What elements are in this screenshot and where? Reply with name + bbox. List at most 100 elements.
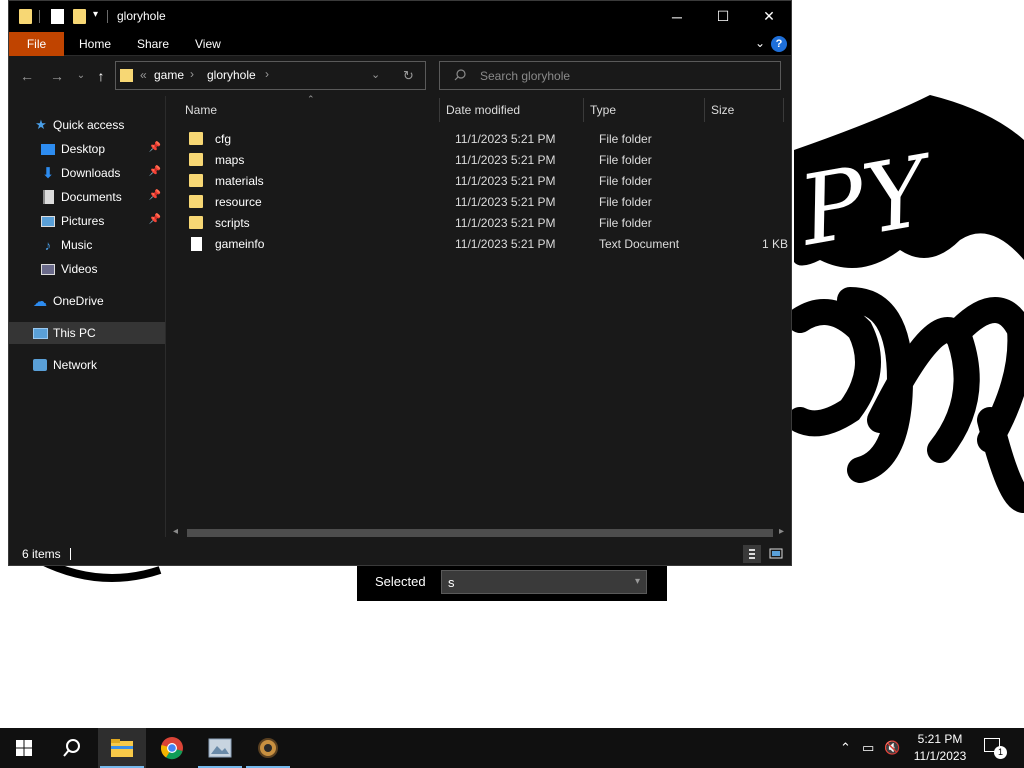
sidebar-item-label: Videos [61,262,98,276]
pin-icon[interactable]: 📌 [149,166,161,177]
network-icon[interactable]: ▭ [862,740,874,756]
column-header-type[interactable]: Type [590,96,616,124]
details-view-button[interactable] [743,545,761,563]
search-input[interactable] [480,62,770,89]
sidebar-item-quick-access[interactable]: ★ Quick access [9,114,165,136]
tab-file[interactable]: File [9,32,64,56]
new-folder-icon[interactable] [73,9,86,24]
chevron-right-icon[interactable]: › [265,67,269,81]
sidebar-item-music[interactable]: ♪ Music [9,234,165,256]
clock-time[interactable]: 5:21 PM [910,732,970,746]
file-name: gameinfo [215,237,265,251]
column-header-size[interactable]: Size [711,96,734,124]
tab-home[interactable]: Home [65,32,125,56]
chevron-right-icon[interactable]: › [190,67,194,81]
taskbar-gear-app[interactable] [244,728,292,768]
selected-value: s [448,575,455,590]
scrollbar-thumb[interactable] [187,529,773,537]
tab-view[interactable]: View [181,32,235,56]
taskbar-image-viewer[interactable] [196,728,244,768]
file-explorer-window: ▾ gloryhole ─ ☐ ✕ File Home Share View ⌄… [8,0,792,566]
table-row[interactable]: materials 11/1/2023 5:21 PM File folder [185,171,785,192]
taskbar-chrome[interactable] [148,728,196,768]
pin-icon[interactable]: 📌 [149,142,161,153]
notification-center-icon[interactable]: 1 [984,738,1007,759]
back-button[interactable]: ← [17,66,37,86]
sidebar-item-network[interactable]: Network [9,354,165,376]
sidebar-item-this-pc[interactable]: This PC [9,322,165,344]
close-button[interactable]: ✕ [746,1,792,32]
taskbar-file-explorer[interactable] [98,728,146,768]
taskbar: ⌃ ▭ 🔇 5:21 PM 11/1/2023 1 [0,728,1024,768]
table-row[interactable]: gameinfo 11/1/2023 5:21 PM Text Document… [185,234,788,255]
navigation-pane: ★ Quick access Desktop 📌 ⬇ Downloads 📌 D… [9,96,166,537]
expand-ribbon-icon[interactable]: ⌄ [755,36,765,50]
desktop-icon [40,141,56,157]
column-divider[interactable] [783,98,784,122]
recent-locations-button[interactable]: ⌄ [71,66,91,86]
sidebar-item-label: Documents [61,190,122,204]
column-divider[interactable] [439,98,440,122]
sidebar-item-label: Downloads [61,166,121,180]
address-bar[interactable]: « game › gloryhole › ⌄ ↻ [115,61,426,90]
computer-icon [32,325,48,341]
sidebar-item-videos[interactable]: Videos [9,258,165,280]
documents-icon [40,189,56,205]
breadcrumb-overflow[interactable]: « [140,68,147,82]
pin-icon[interactable]: 📌 [149,214,161,225]
properties-icon[interactable] [51,9,64,24]
help-icon[interactable]: ? [771,36,787,52]
column-divider[interactable] [704,98,705,122]
column-divider[interactable] [583,98,584,122]
folder-icon [189,153,203,166]
table-row[interactable]: scripts 11/1/2023 5:21 PM File folder [185,213,785,234]
volume-muted-icon[interactable]: 🔇 [884,740,900,756]
sidebar-item-onedrive[interactable]: ☁ OneDrive [9,290,165,312]
horizontal-scrollbar[interactable]: ◂ ▸ [167,525,791,541]
pin-icon[interactable]: 📌 [149,190,161,201]
clock-date[interactable]: 11/1/2023 [910,749,970,763]
large-icons-view-icon [769,548,783,559]
search-box[interactable] [439,61,781,90]
text-document-icon [191,237,202,251]
file-list: ⌃ Name Date modified Type Size cfg 11/1/… [167,94,791,537]
table-row[interactable]: resource 11/1/2023 5:21 PM File folder [185,192,785,213]
scroll-left-icon[interactable]: ◂ [173,526,178,537]
file-type: File folder [599,153,652,167]
status-bar: 6 items [9,543,791,565]
start-button[interactable] [0,728,48,768]
sidebar-item-pictures[interactable]: Pictures 📌 [9,210,165,232]
sidebar-item-downloads[interactable]: ⬇ Downloads 📌 [9,162,165,184]
taskbar-search-button[interactable] [48,728,96,768]
selected-dropdown[interactable]: s ▾ [441,570,647,594]
up-button[interactable]: ↑ [91,66,111,86]
chevron-up-icon[interactable]: ⌃ [840,740,851,756]
forward-button[interactable]: → [47,66,67,86]
address-history-dropdown[interactable]: ⌄ [371,68,380,81]
sidebar-item-label: Pictures [61,214,105,228]
refresh-icon[interactable]: ↻ [403,68,414,84]
column-header-name[interactable]: Name [185,96,217,124]
sidebar-item-label: Network [53,358,98,372]
breadcrumb-gloryhole[interactable]: gloryhole [207,68,256,82]
table-row[interactable]: maps 11/1/2023 5:21 PM File folder [185,150,785,171]
folder-icon [189,132,203,145]
sidebar-item-label: Desktop [61,142,106,156]
chevron-down-icon[interactable]: ▾ [93,9,98,20]
navigation-bar: ← → ⌄ ↑ « game › gloryhole › ⌄ ↻ [9,56,791,96]
file-date: 11/1/2023 5:21 PM [455,174,556,188]
tab-share[interactable]: Share [123,32,183,56]
sidebar-item-desktop[interactable]: Desktop 📌 [9,138,165,160]
breadcrumb-game[interactable]: game [154,68,184,82]
scroll-right-icon[interactable]: ▸ [779,526,784,537]
minimize-button[interactable]: ─ [654,1,700,32]
title-bar[interactable]: ▾ gloryhole ─ ☐ ✕ [9,1,791,32]
chevron-down-icon[interactable]: ▾ [635,576,640,587]
column-header-date[interactable]: Date modified [446,96,520,124]
table-row[interactable]: cfg 11/1/2023 5:21 PM File folder [185,129,785,150]
large-icons-view-button[interactable] [767,545,785,563]
maximize-button[interactable]: ☐ [700,1,746,32]
item-count: 6 items [22,547,61,561]
sidebar-item-documents[interactable]: Documents 📌 [9,186,165,208]
star-icon: ★ [35,117,47,132]
